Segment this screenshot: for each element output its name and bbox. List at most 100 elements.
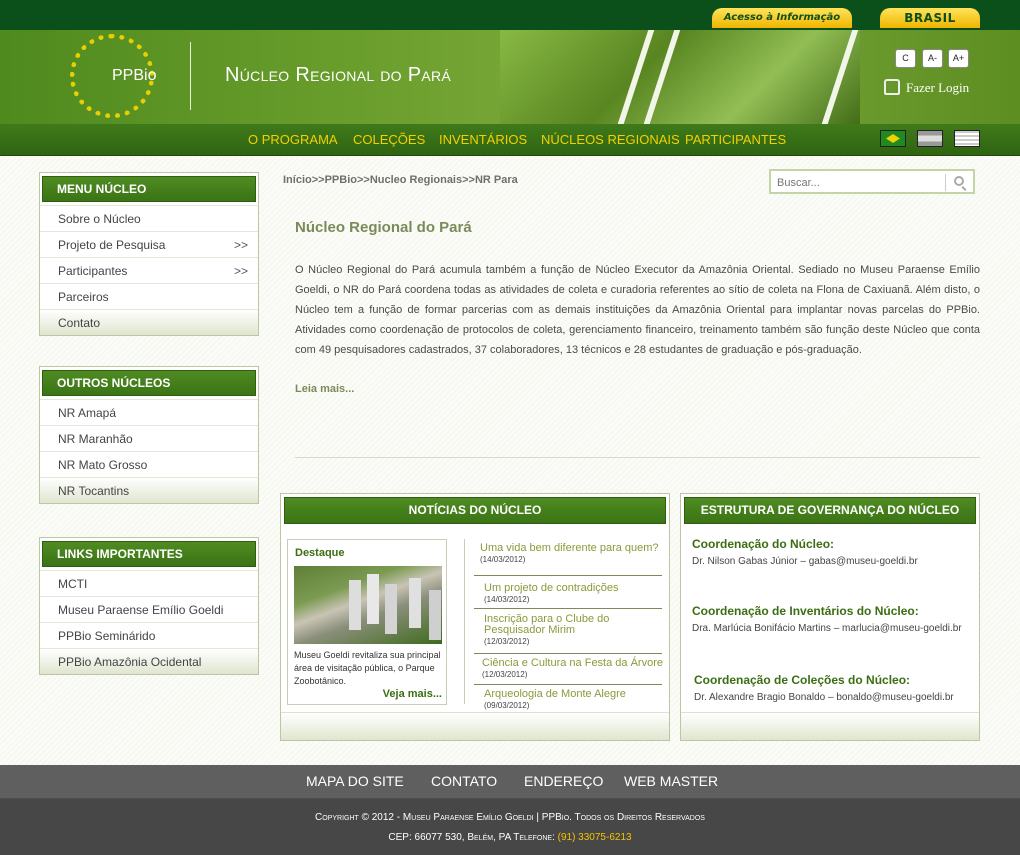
featured-news-photo[interactable]	[294, 566, 442, 644]
font-reset-button[interactable]: C	[895, 49, 916, 68]
news-date: (09/03/2012)	[484, 701, 530, 710]
acesso-informacao-link[interactable]: Acesso à Informação	[712, 8, 852, 28]
links-importantes-box: LINKS IMPORTANTES MCTI Museu Paraense Em…	[39, 537, 259, 675]
font-decrease-button[interactable]: A-	[922, 49, 943, 68]
submenu-arrow-icon: >>	[233, 238, 248, 252]
sidebar-item-parceiros[interactable]: Parceiros	[40, 283, 258, 309]
font-increase-button[interactable]: A+	[948, 49, 969, 68]
site-header: PPBio Núcleo Regional do Pará C A- A+ Fa…	[0, 30, 1020, 124]
menu-nucleo-box: MENU NÚCLEO Sobre o Núcleo Projeto de Pe…	[39, 172, 259, 336]
article-divider	[295, 457, 980, 458]
nav-item-inventarios[interactable]: INVENTÁRIOS	[439, 132, 527, 147]
nav-item-participantes[interactable]: PARTICIPANTES	[685, 132, 786, 147]
news-divider	[464, 539, 465, 704]
search-icon[interactable]	[954, 176, 964, 186]
sidebar-item-museu-goeldi[interactable]: Museu Paraense Emílio Goeldi	[40, 596, 258, 622]
governance-panel: ESTRUTURA DE GOVERNANÇA DO NÚCLEO Coorde…	[680, 493, 980, 741]
footer-link-webmaster[interactable]: WEB MASTER	[624, 773, 718, 789]
address-label: CEP: 66077 530, Belém, PA Telefone:	[388, 832, 558, 843]
sidebar-item-participantes[interactable]: Participantes >>	[40, 257, 258, 283]
search-box	[769, 169, 975, 194]
sidebar-item-ppbio-amazonia[interactable]: PPBio Amazônia Ocidental	[40, 648, 258, 674]
governance-panel-title: ESTRUTURA DE GOVERNANÇA DO NÚCLEO	[684, 497, 976, 524]
news-item[interactable]: Um projeto de contradições (14/03/2012)	[484, 582, 664, 604]
gov-contact[interactable]: Dr. Alexandre Bragio Bonaldo – bonaldo@m…	[694, 692, 954, 703]
footer-nav: MAPA DO SITE CONTATO ENDEREÇO WEB MASTER	[0, 765, 1020, 799]
news-title: Um projeto de contradições	[484, 582, 619, 594]
news-date: (12/03/2012)	[484, 637, 530, 646]
search-divider	[945, 174, 946, 191]
footer-link-mapa[interactable]: MAPA DO SITE	[306, 773, 404, 789]
featured-label: Destaque	[295, 547, 345, 559]
featured-more-link[interactable]: Veja mais...	[383, 688, 442, 700]
search-input[interactable]	[777, 174, 937, 191]
read-more-link[interactable]: Leia mais...	[295, 383, 354, 395]
flag-brazil-icon[interactable]	[880, 130, 906, 147]
featured-news: Destaque Museu Goeldi revitaliza sua pri…	[287, 539, 447, 705]
sidebar-item-label: Contato	[58, 316, 101, 330]
news-date: (12/03/2012)	[482, 670, 528, 679]
breadcrumb[interactable]: Início>>PPBio>>Nucleo Regionais>>NR Para	[283, 174, 518, 186]
outros-nucleos-box: OUTROS NÚCLEOS NR Amapá NR Maranhão NR M…	[39, 366, 259, 504]
sidebar-item-mcti[interactable]: MCTI	[40, 570, 258, 596]
header-iguana-photo	[500, 30, 860, 124]
logo-text[interactable]: PPBio	[112, 67, 156, 85]
news-item[interactable]: Ciência e Cultura na Festa da Árvore (12/…	[482, 657, 672, 679]
outros-nucleos-title: OUTROS NÚCLEOS	[42, 370, 256, 396]
sidebar-item-ppbio-semiarido[interactable]: PPBio Seminárido	[40, 622, 258, 648]
menu-nucleo-title: MENU NÚCLEO	[42, 176, 256, 202]
gov-heading: Coordenação de Inventários do Núcleo:	[692, 604, 919, 618]
flag-spain-icon[interactable]	[917, 130, 943, 147]
copyright-text: Copyright © 2012 - Museu Paraense Emílio…	[315, 812, 705, 823]
news-separator	[474, 608, 662, 609]
governance-panel-footer	[681, 712, 979, 740]
news-date: (14/03/2012)	[484, 595, 530, 604]
sidebar-item-amapa[interactable]: NR Amapá	[40, 399, 258, 425]
sidebar-item-contato[interactable]: Contato	[40, 309, 258, 335]
news-panel: NOTÍCIAS DO NÚCLEO Destaque Museu Goeldi…	[280, 493, 670, 741]
gov-heading: Coordenação de Coleções do Núcleo:	[694, 673, 911, 687]
news-title: Uma vida bem diferente para quem?	[480, 542, 659, 554]
login-label: Fazer Login	[906, 80, 970, 95]
news-title: Arqueologia de Monte Alegre	[484, 688, 626, 700]
sidebar-item-projeto[interactable]: Projeto de Pesquisa >>	[40, 231, 258, 257]
submenu-arrow-icon: >>	[233, 264, 248, 278]
footer-link-endereco[interactable]: ENDEREÇO	[524, 773, 603, 789]
sidebar-item-mato-grosso[interactable]: NR Mato Grosso	[40, 451, 258, 477]
gov-heading: Coordenação do Núcleo:	[692, 537, 835, 551]
links-importantes-title: LINKS IMPORTANTES	[42, 541, 256, 567]
login-link[interactable]: Fazer Login	[884, 79, 969, 96]
nav-item-nucleos[interactable]: NÚCLEOS REGIONAIS	[541, 132, 680, 147]
news-date: (14/03/2012)	[480, 555, 526, 564]
sidebar-item-sobre[interactable]: Sobre o Núcleo	[40, 205, 258, 231]
article-title: Núcleo Regional do Pará	[295, 219, 472, 236]
lock-icon	[884, 79, 900, 95]
nav-item-colecoes[interactable]: COLEÇÕES	[353, 132, 425, 147]
sidebar-item-tocantins[interactable]: NR Tocantins	[40, 477, 258, 503]
news-title: Ciência e Cultura na Festa da Árvore	[482, 657, 663, 669]
site-title: Núcleo Regional do Pará	[225, 64, 452, 86]
nav-item-programa[interactable]: O PROGRAMA	[248, 132, 338, 147]
sidebar-item-label: Projeto de Pesquisa	[58, 238, 166, 252]
sidebar-item-maranhao[interactable]: NR Maranhão	[40, 425, 258, 451]
address-text: CEP: 66077 530, Belém, PA Telefone: (91)…	[0, 832, 1020, 843]
news-item[interactable]: Inscrição para o Clube do Pesquisador Mi…	[484, 614, 624, 647]
phone-number: (91) 33075-6213	[557, 832, 632, 843]
news-item[interactable]: Arqueologia de Monte Alegre (09/03/2012)	[484, 688, 664, 710]
news-item[interactable]: Uma vida bem diferente para quem? (14/03/…	[480, 542, 670, 564]
footer-link-contato[interactable]: CONTATO	[431, 773, 497, 789]
gov-contact[interactable]: Dra. Marlúcia Bonifácio Martins – marluc…	[692, 623, 962, 634]
brasil-gov-link[interactable]: BRASIL	[880, 8, 980, 28]
site-footer: Copyright © 2012 - Museu Paraense Emílio…	[0, 799, 1020, 855]
sidebar-item-label: Sobre o Núcleo	[58, 212, 141, 226]
flag-usa-icon[interactable]	[954, 130, 980, 147]
news-separator	[474, 684, 662, 685]
news-panel-footer	[281, 712, 669, 740]
header-divider	[190, 42, 191, 110]
news-separator	[474, 653, 662, 654]
news-separator	[474, 575, 662, 576]
article-body: O Núcleo Regional do Pará acumula também…	[295, 264, 980, 356]
top-strip: Acesso à Informação BRASIL	[0, 0, 1020, 30]
gov-contact[interactable]: Dr. Nilson Gabas Júnior – gabas@museu-go…	[692, 556, 918, 567]
news-panel-title: NOTÍCIAS DO NÚCLEO	[284, 497, 666, 524]
